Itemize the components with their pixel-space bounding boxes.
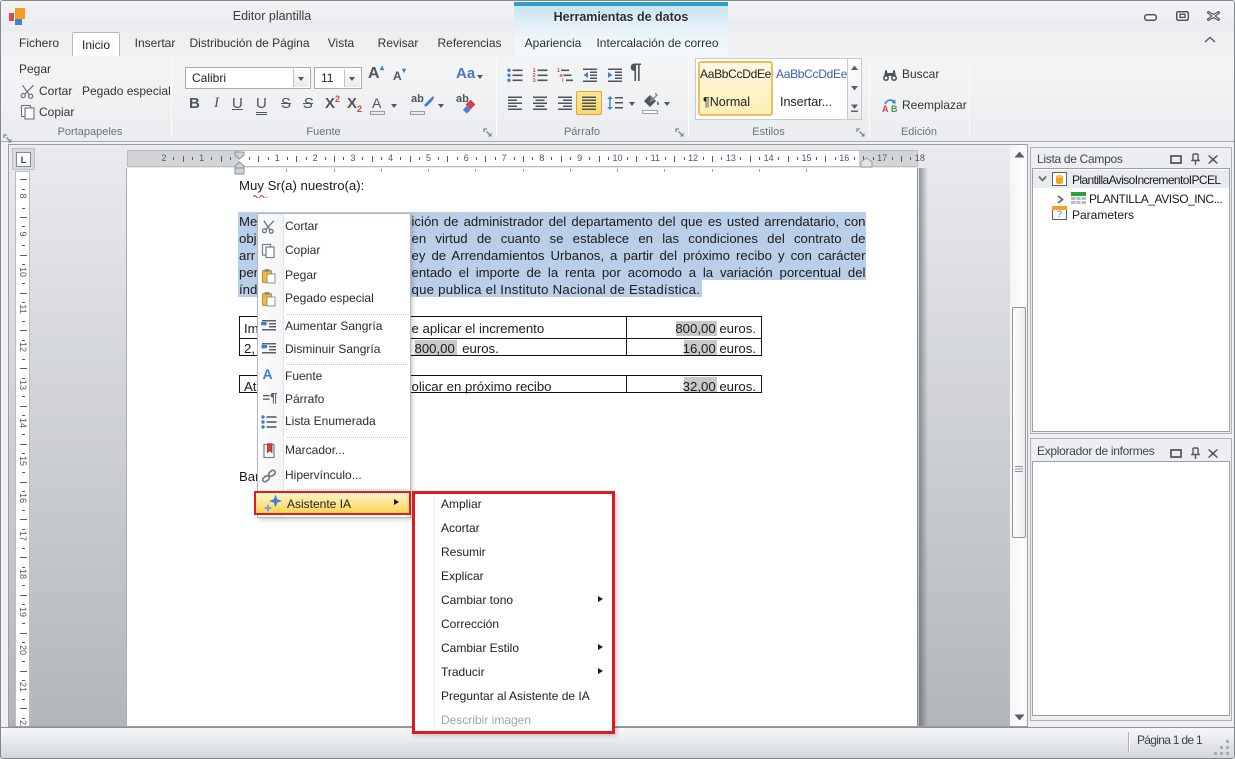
svg-text:B: B (891, 104, 898, 114)
svg-text:A: A (882, 104, 889, 114)
svg-text:3: 3 (533, 78, 536, 83)
svg-text:i: i (562, 78, 564, 83)
